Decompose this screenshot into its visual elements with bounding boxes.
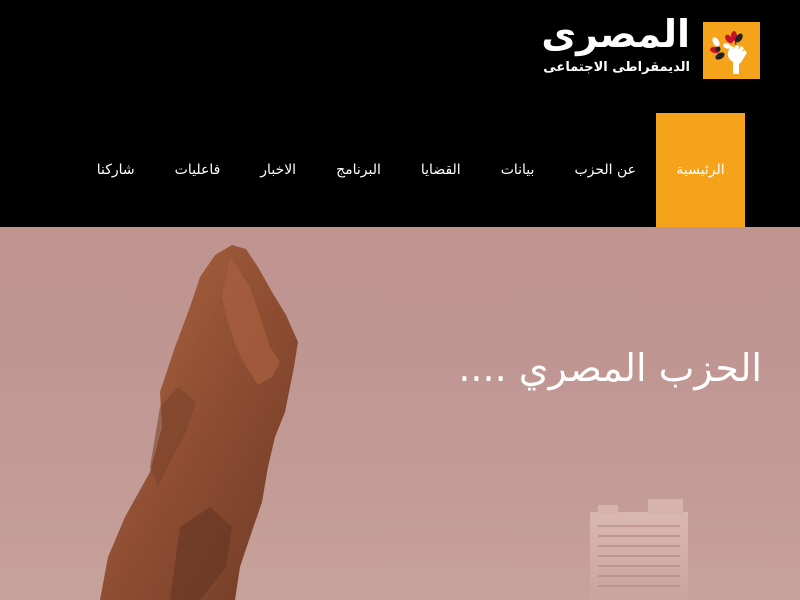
- main-nav: الرئيسية عن الحزب بيانات القضايا البرنام…: [77, 113, 745, 227]
- nav-item-statements[interactable]: بيانات: [481, 113, 555, 227]
- nav-item-issues[interactable]: القضايا: [401, 113, 481, 227]
- nav-item-home[interactable]: الرئيسية: [656, 113, 745, 227]
- hero-title: الحزب المصري ....: [458, 346, 762, 390]
- hero-banner: الحزب المصري ....: [0, 227, 800, 600]
- site-header: المصرى الديمقراطى الاجتماعى الرئيسية عن …: [0, 0, 800, 227]
- hero-image: [100, 245, 688, 600]
- nav-item-program[interactable]: البرنامج: [316, 113, 401, 227]
- logo-name: المصرى: [541, 12, 691, 56]
- nav-item-participate[interactable]: شاركنا: [77, 113, 155, 227]
- nav-item-news[interactable]: الاخبار: [240, 113, 316, 227]
- site-logo[interactable]: المصرى الديمقراطى الاجتماعى: [520, 12, 762, 82]
- nav-item-events[interactable]: فاعليات: [155, 113, 241, 227]
- logo-subtitle: الديمقراطى الاجتماعى: [543, 60, 690, 75]
- raised-fist-flower-icon: [703, 22, 760, 79]
- nav-item-about[interactable]: عن الحزب: [554, 113, 656, 227]
